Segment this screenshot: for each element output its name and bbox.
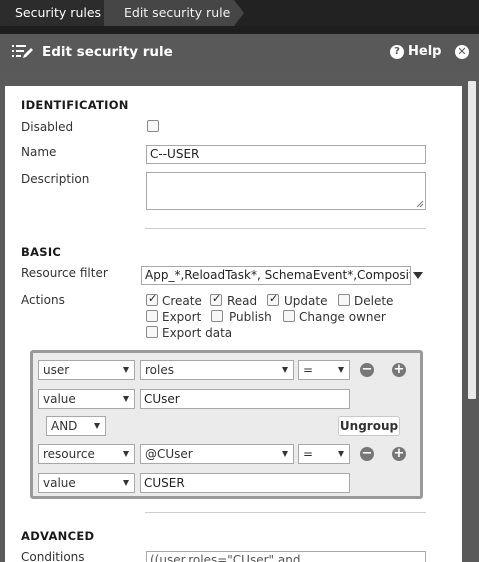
logic-operator-select[interactable]: AND	[46, 416, 106, 436]
condition-type-select[interactable]: user	[38, 360, 135, 380]
chevron-down-icon	[94, 423, 100, 429]
basic-heading: BASIC	[21, 245, 62, 259]
action-update-checkbox[interactable]	[267, 292, 279, 306]
name-label: Name	[21, 145, 57, 159]
action-read-label: Read	[227, 294, 258, 308]
resource-filter-field[interactable]: App_*,ReloadTask*, SchemaEvent*,Composit	[141, 266, 411, 285]
chevron-down-icon	[123, 396, 129, 402]
help-label: Help	[408, 44, 442, 59]
condition-property-select[interactable]: @CUser	[140, 444, 294, 464]
chevron-down-icon	[123, 480, 129, 486]
breadcrumb-security-rules[interactable]: Security rules	[0, 0, 116, 26]
advanced-heading: ADVANCED	[21, 529, 95, 543]
identification-heading: IDENTIFICATION	[21, 98, 129, 112]
chevron-down-icon	[123, 367, 129, 373]
action-delete-label: Delete	[354, 294, 394, 308]
value-type-select[interactable]: value	[38, 473, 135, 493]
resize-grip-icon[interactable]	[416, 200, 424, 208]
breadcrumb: Security rules Edit security rule	[0, 0, 479, 26]
dialog-header: Edit security rule ? Help ✕	[0, 34, 479, 71]
condition-operator-value: =	[303, 363, 314, 377]
condition-property-select[interactable]: roles	[140, 360, 294, 380]
chevron-down-icon	[282, 367, 288, 373]
action-delete-checkbox[interactable]	[338, 294, 350, 306]
action-update-label: Update	[284, 294, 328, 308]
chevron-down-icon	[338, 367, 344, 373]
condition-value-input[interactable]: CUSER	[140, 473, 350, 493]
condition-operator-select[interactable]: =	[298, 444, 350, 464]
description-field[interactable]	[146, 172, 426, 210]
logic-operator-value: AND	[51, 419, 78, 433]
action-publish-label: Publish	[229, 310, 272, 324]
condition-value-input[interactable]: CUser	[140, 389, 350, 409]
add-condition-button[interactable]: +	[392, 363, 406, 377]
section-divider	[145, 512, 426, 513]
condition-operator-value: =	[303, 447, 314, 461]
form-content: IDENTIFICATION Disabled Name C--USER Des…	[5, 86, 462, 562]
action-export-checkbox[interactable]	[146, 310, 158, 322]
scrollbar-thumb[interactable]	[468, 81, 476, 399]
condition-type-value: user	[43, 363, 70, 377]
resource-filter-label: Resource filter	[21, 266, 108, 280]
chevron-down-icon	[282, 451, 288, 457]
condition-property-value: @CUser	[145, 447, 193, 461]
action-export-data-label: Export data	[162, 326, 233, 340]
condition-type-value: resource	[43, 447, 95, 461]
chevron-down-icon	[123, 451, 129, 457]
remove-condition-button[interactable]: −	[360, 363, 374, 377]
dialog-title: Edit security rule	[42, 44, 173, 60]
help-circle-icon: ?	[390, 45, 404, 59]
chevron-down-icon[interactable]	[413, 272, 423, 279]
condition-operator-select[interactable]: =	[298, 360, 350, 380]
disabled-checkbox[interactable]	[147, 120, 159, 132]
action-publish-checkbox[interactable]	[211, 310, 223, 322]
action-export-data-checkbox[interactable]	[146, 326, 158, 338]
edit-list-icon	[12, 45, 33, 58]
rule-builder: user roles = − + value CUser AND Ungroup…	[30, 350, 423, 499]
action-create-checkbox[interactable]	[146, 292, 158, 306]
breadcrumb-edit-security-rule: Edit security rule	[104, 0, 234, 26]
condition-type-select[interactable]: resource	[38, 444, 135, 464]
action-change-owner-checkbox[interactable]	[283, 310, 295, 322]
action-create-label: Create	[162, 294, 202, 308]
add-condition-button[interactable]: +	[392, 447, 406, 461]
close-circle-icon[interactable]: ✕	[455, 45, 469, 59]
action-change-owner-label: Change owner	[299, 310, 386, 324]
actions-label: Actions	[21, 293, 65, 307]
section-divider	[145, 228, 426, 229]
disabled-label: Disabled	[21, 120, 74, 134]
conditions-label: Conditions	[21, 550, 85, 562]
chevron-down-icon	[338, 451, 344, 457]
breadcrumb-separator	[234, 0, 244, 26]
condition-property-value: roles	[145, 363, 174, 377]
action-export-label: Export	[162, 310, 202, 324]
value-type-value: value	[43, 476, 76, 490]
name-field[interactable]: C--USER	[146, 145, 426, 164]
value-type-value: value	[43, 392, 76, 406]
conditions-field[interactable]: ((user.roles="CUser" and	[146, 551, 426, 562]
value-type-select[interactable]: value	[38, 389, 135, 409]
edit-panel: IDENTIFICATION Disabled Name C--USER Des…	[0, 71, 479, 562]
remove-condition-button[interactable]: −	[360, 447, 374, 461]
action-read-checkbox[interactable]	[210, 292, 222, 306]
description-label: Description	[21, 172, 90, 186]
ungroup-button[interactable]: Ungroup	[338, 416, 400, 436]
